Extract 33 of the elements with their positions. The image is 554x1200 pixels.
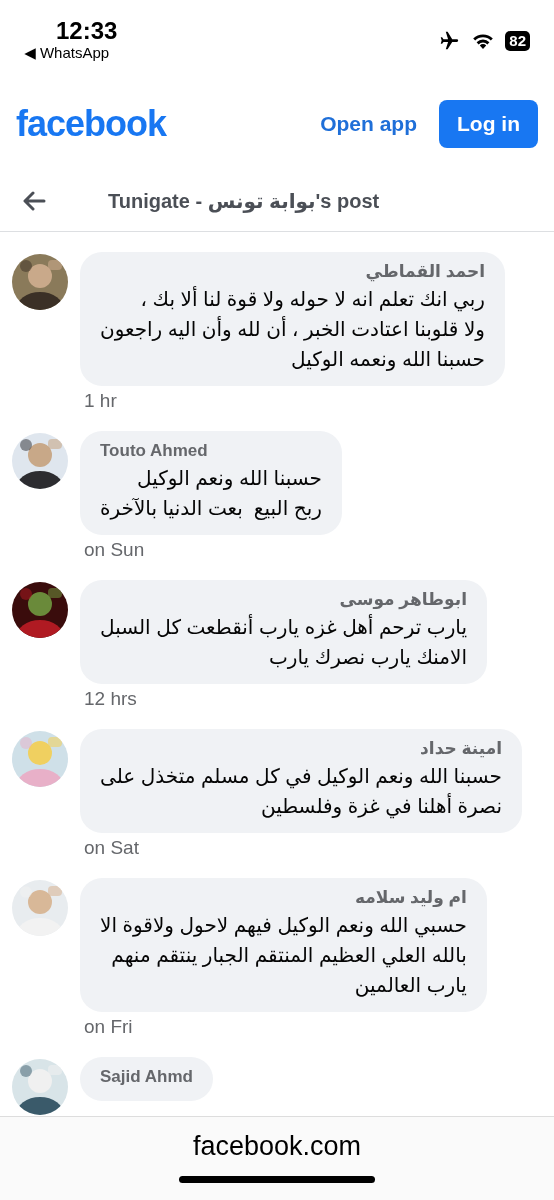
comment-time: on Sun <box>83 539 145 561</box>
comment-author[interactable]: احمد القماطي <box>100 260 485 284</box>
comment-text: ربح البيع بعت الدنيا بالآخرة <box>100 496 322 522</box>
comment-text: ولا قلوبنا اعتادت الخبر ، أن لله وأن اليه راجعون <box>100 315 485 343</box>
comment-text: حسبنا الله ونعمه الوكيل <box>290 347 485 373</box>
comment-author[interactable]: امينة حداد <box>100 737 502 761</box>
comment-text: ربي انك تعلم انه لا حوله ولا قوة لنا ألا بك ، <box>139 285 485 314</box>
address-bar-url[interactable]: facebook.com <box>192 1131 362 1162</box>
login-button[interactable]: Log in <box>439 100 538 148</box>
post-title: Tunigate - بوابة تونس's post <box>108 188 380 213</box>
facebook-logo[interactable]: facebook <box>16 103 167 145</box>
wifi-icon <box>471 32 496 50</box>
open-app-link[interactable]: Open app <box>320 112 417 136</box>
comment-text: يارب ترحم أهل غزه يارب أنقطعت كل السبل <box>100 613 467 641</box>
comment-time: on Sat <box>83 837 139 859</box>
comment-time: 12 hrs <box>83 688 137 710</box>
status-time: 12:33 <box>55 18 118 44</box>
comment-time: 1 hr <box>83 390 117 412</box>
comment-author[interactable]: ابوطاهر موسى <box>100 588 467 612</box>
comment-author[interactable]: Sajid Ahmd <box>100 1065 193 1089</box>
comment-text: نصرة أهلنا في غزة وفلسطين <box>259 792 502 821</box>
comment-text: بالله العلي العظيم المنتقم الجبار ينتقم منهم <box>110 943 467 970</box>
battery-icon: 82 <box>505 31 530 51</box>
comment-text: حسبي الله ونعم الوكيل فيهم لاحول ولاقوة الا <box>100 913 467 940</box>
back-arrow-icon[interactable] <box>22 190 46 211</box>
back-to-app-link[interactable]: ◀ WhatsApp <box>24 44 110 62</box>
comment-time: on Fri <box>83 1016 133 1038</box>
comment-text: يارب العالمين <box>353 973 467 999</box>
comment-text: حسبنا الله ونعم الوكيل في كل مسلم متخذل على <box>100 764 502 791</box>
comment-text: حسبنا الله ونعم الوكيل <box>136 466 322 492</box>
comment-author[interactable]: ام وليد سلامه <box>100 886 467 910</box>
comment-text: الامنك يارب نصرك يارب <box>268 645 467 671</box>
comment-author[interactable]: Touto Ahmed <box>100 439 322 463</box>
